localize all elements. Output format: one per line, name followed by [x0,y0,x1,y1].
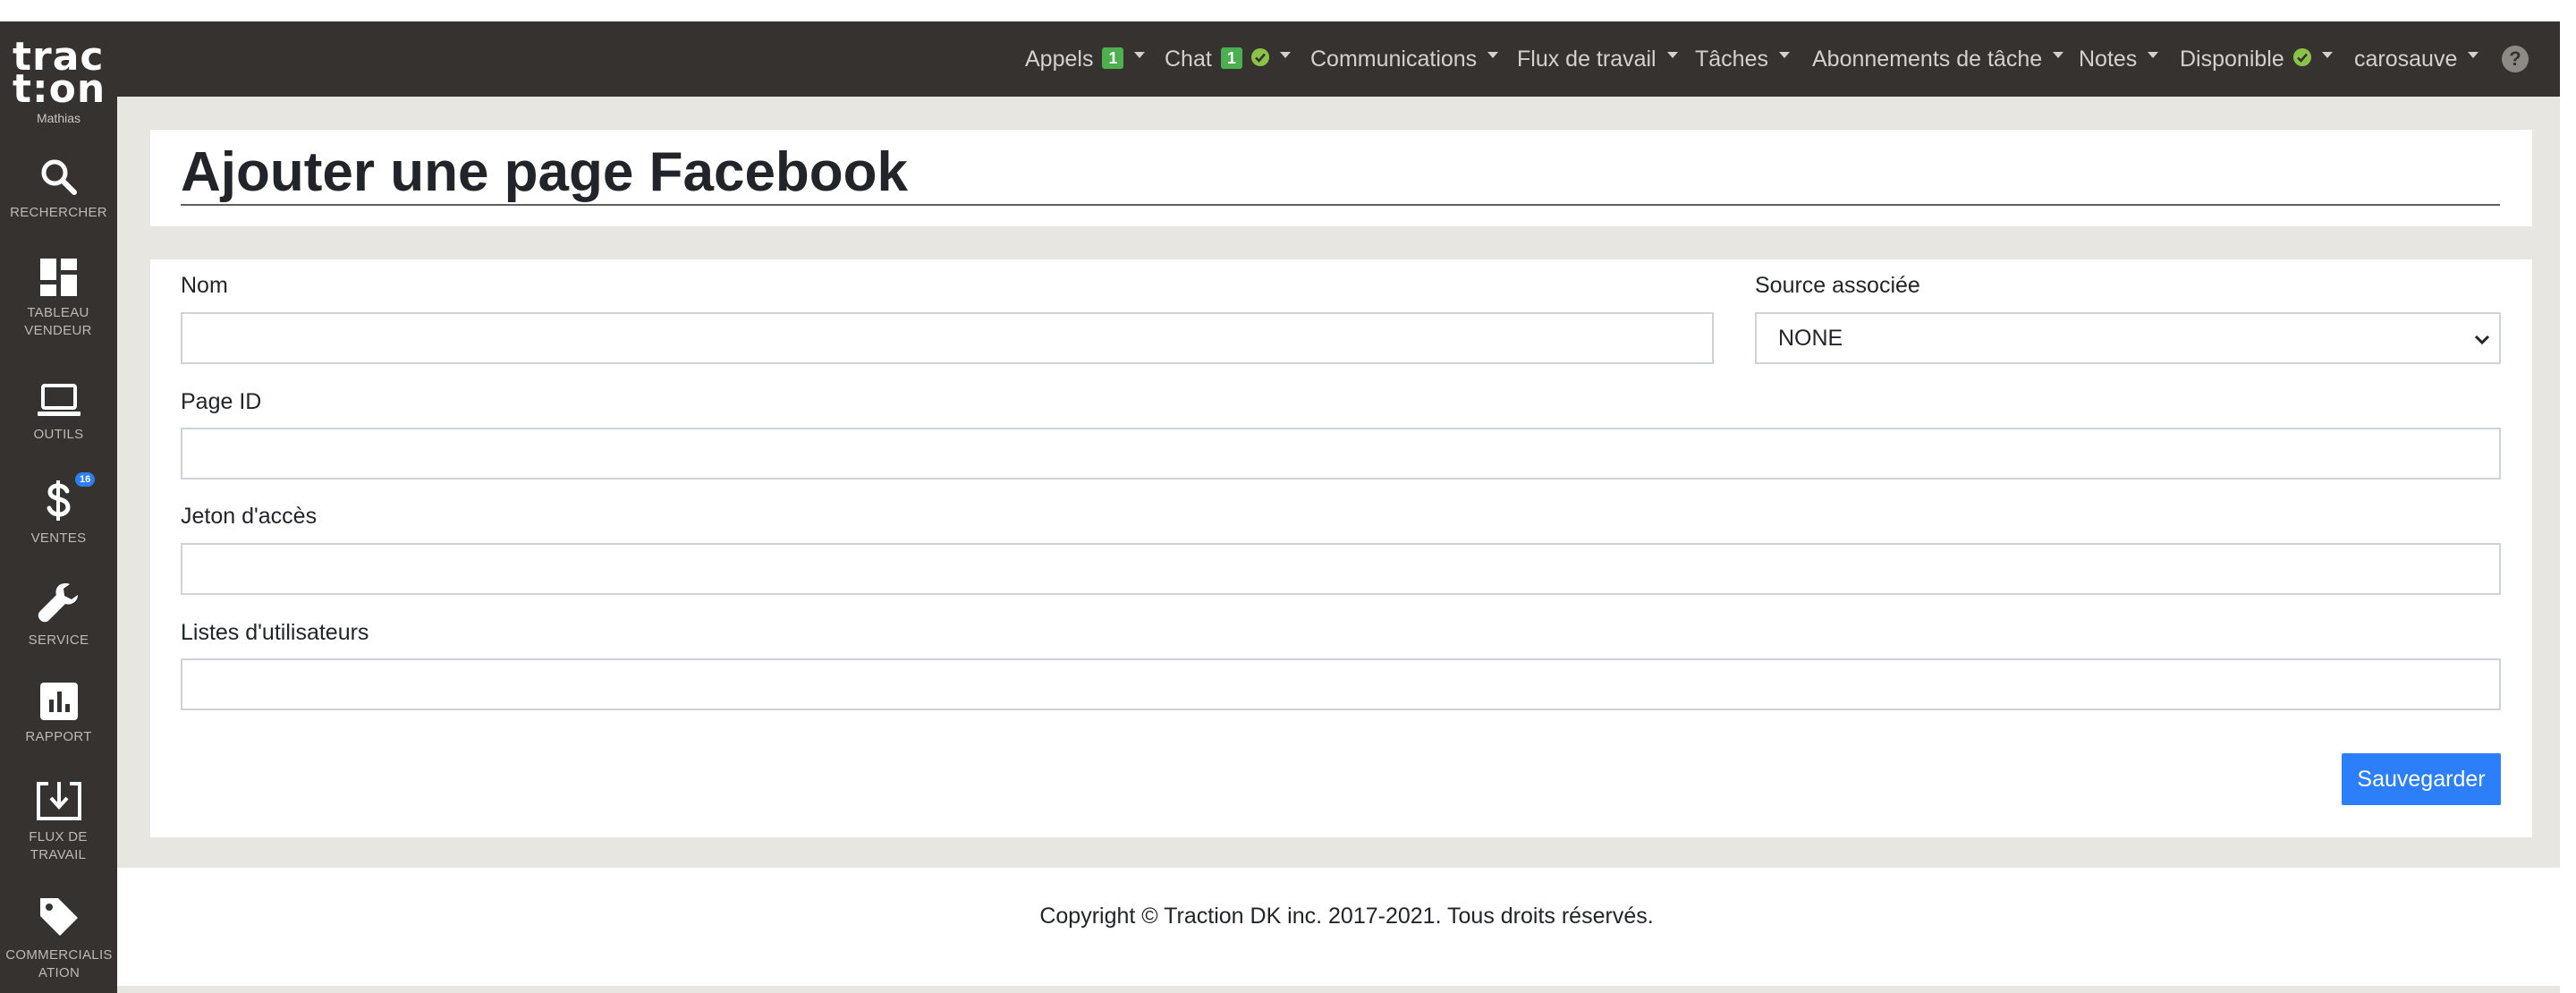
nav-chat-label: Chat [1165,47,1212,72]
source-select[interactable]: NONE [1755,312,2501,364]
chevron-down-icon [2468,51,2479,58]
access-token-label: Jeton d'accès [181,504,318,529]
nav-abonnements[interactable]: Abonnements de tâche [1812,21,2064,97]
chevron-down-icon [1778,51,1790,58]
sidebar-label: VENTES [30,530,87,546]
sidebar-item-rapport[interactable]: RAPPORT [0,682,117,746]
page-title: Ajouter une page Facebook [181,141,909,203]
name-input[interactable] [181,312,1714,364]
bottom-strip [117,986,2576,993]
nav-appels-label: Appels [1025,47,1094,72]
user-name: Mathias [36,111,81,125]
sidebar-item-commercialisation[interactable]: COMMERCIALISATION [0,895,117,982]
sidebar-label: TABLEAU VENDEUR [24,305,92,338]
user-lists-input[interactable] [181,658,2501,710]
wrench-icon [38,583,78,623]
sidebar-item-outils[interactable]: OUTILS [0,383,117,444]
page-id-label: Page ID [181,389,262,414]
nav-communications-label: Communications [1310,47,1478,72]
check-circle-icon [2292,48,2311,67]
user-lists-label: Listes d'utilisateurs [181,620,369,645]
save-button[interactable]: Sauvegarder [2342,753,2501,805]
sidebar-item-flux-de-travail[interactable]: FLUX DE TRAVAIL [0,780,117,864]
chevron-down-icon [2148,51,2159,58]
logo-line-2: t:on [13,66,106,112]
sidebar-item-service[interactable]: SERVICE [0,580,117,649]
window-edge [2560,21,2576,993]
chevron-down-icon [1134,51,1146,58]
page-id-input[interactable] [181,428,2501,480]
copyright-text: Copyright © Traction DK inc. 2017-2021. … [1039,904,1654,929]
chevron-down-icon [2321,51,2333,58]
chevron-down-icon [2053,51,2064,58]
nav-user-label: carosauve [2354,47,2458,72]
sidebar-label: FLUX DE TRAVAIL [29,829,88,862]
sidebar: trac t:on Mathias RECHERCHER TABLEAU VEN… [0,21,117,993]
nav-notes[interactable]: Notes [2079,21,2159,97]
footer: Copyright © Traction DK inc. 2017-2021. … [117,868,2576,986]
sidebar-label: RECHERCHER [10,205,107,220]
nav-chat[interactable]: Chat 1 [1165,21,1291,97]
title-divider [181,204,2500,206]
nav-notes-label: Notes [2079,47,2138,72]
dollar-icon [47,480,71,521]
chat-count-badge: 1 [1220,47,1242,70]
chevron-down-icon [1279,51,1291,58]
check-circle-icon [1250,48,1269,67]
top-strip [0,0,2576,21]
download-tray-icon [36,782,81,820]
chevron-down-icon [2474,335,2490,345]
source-label: Source associée [1755,273,1920,298]
sidebar-item-rechercher[interactable]: RECHERCHER [0,157,117,222]
source-selected-value: NONE [1778,326,1843,351]
laptop-icon [37,384,80,416]
nav-flux-de-travail[interactable]: Flux de travail [1517,21,1678,97]
access-token-input[interactable] [181,543,2501,595]
nav-communications[interactable]: Communications [1310,21,1499,97]
nav-appels[interactable]: Appels 1 [1025,21,1146,97]
nav-user-menu[interactable]: carosauve [2354,21,2479,97]
name-label: Nom [181,273,228,298]
appels-count-badge: 1 [1102,47,1124,70]
chevron-down-icon [1666,51,1678,58]
ventes-count-badge: 16 [75,472,96,487]
bar-chart-icon [39,683,78,720]
search-icon [41,159,77,195]
nav-disponible-label: Disponible [2180,47,2284,72]
nav-taches[interactable]: Tâches [1695,21,1790,97]
sidebar-label: RAPPORT [25,729,92,744]
help-icon[interactable]: ? [2502,46,2529,72]
tag-icon [39,898,78,936]
dashboard-icon [39,259,77,296]
top-nav-menu: Appels 1 Chat 1 Communications Flux de tra… [0,21,2576,97]
sidebar-label: SERVICE [28,632,89,648]
nav-taches-label: Tâches [1695,47,1768,72]
nav-abonnements-label: Abonnements de tâche [1812,47,2043,72]
nav-flux-label: Flux de travail [1517,47,1657,72]
traction-logo[interactable]: trac t:on [13,30,107,111]
chevron-down-icon [1487,51,1499,58]
sidebar-item-tableau-vendeur[interactable]: TABLEAU VENDEUR [0,258,117,340]
sidebar-label: OUTILS [33,427,84,442]
nav-disponible[interactable]: Disponible [2180,21,2333,97]
sidebar-item-ventes[interactable]: 16 VENTES [0,472,117,547]
sidebar-label: COMMERCIALISATION [5,947,113,980]
